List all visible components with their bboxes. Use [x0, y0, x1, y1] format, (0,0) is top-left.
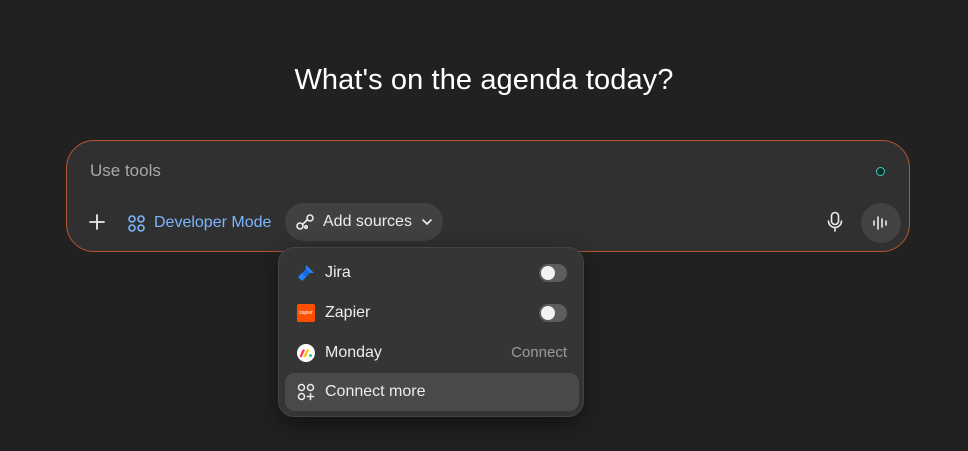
menu-item-connect-more[interactable]: Connect more	[285, 373, 579, 411]
plus-icon	[89, 214, 105, 230]
page-title: What's on the agenda today?	[294, 64, 674, 96]
voice-waveform-icon	[873, 216, 887, 230]
add-sources-button[interactable]: Add sources	[285, 203, 443, 241]
toggle-knob	[541, 266, 555, 280]
jira-logo-icon	[297, 264, 315, 282]
add-sources-menu: Jira zapier Zapier Monday Connect Connec…	[278, 247, 584, 417]
add-sources-label: Add sources	[323, 213, 412, 230]
monday-logo-icon	[297, 344, 315, 362]
connect-more-icon	[297, 383, 315, 401]
prompt-composer: Developer Mode Add sources	[66, 140, 910, 252]
menu-item-label: Zapier	[325, 304, 371, 321]
developer-mode-icon	[128, 214, 145, 232]
developer-mode-button[interactable]: Developer Mode	[127, 211, 271, 235]
jira-toggle[interactable]	[539, 264, 567, 282]
monday-connect-link[interactable]: Connect	[511, 344, 567, 361]
menu-item-label: Connect more	[325, 383, 426, 400]
voice-mode-button[interactable]	[861, 203, 901, 243]
menu-item-monday[interactable]: Monday Connect	[285, 334, 579, 372]
sources-icon	[296, 214, 314, 230]
toggle-knob	[541, 306, 555, 320]
microphone-icon	[827, 211, 843, 232]
menu-item-label: Jira	[325, 264, 351, 281]
zapier-logo-icon: zapier	[297, 304, 315, 322]
status-dot	[876, 167, 885, 176]
add-attachment-button[interactable]	[84, 209, 110, 235]
menu-item-zapier[interactable]: zapier Zapier	[285, 294, 579, 332]
zapier-toggle[interactable]	[539, 304, 567, 322]
prompt-input[interactable]	[90, 161, 790, 181]
dictate-button[interactable]	[823, 209, 847, 235]
chevron-down-icon	[422, 219, 432, 225]
menu-item-jira[interactable]: Jira	[285, 254, 579, 292]
developer-mode-label: Developer Mode	[154, 214, 272, 231]
menu-item-label: Monday	[325, 344, 382, 361]
